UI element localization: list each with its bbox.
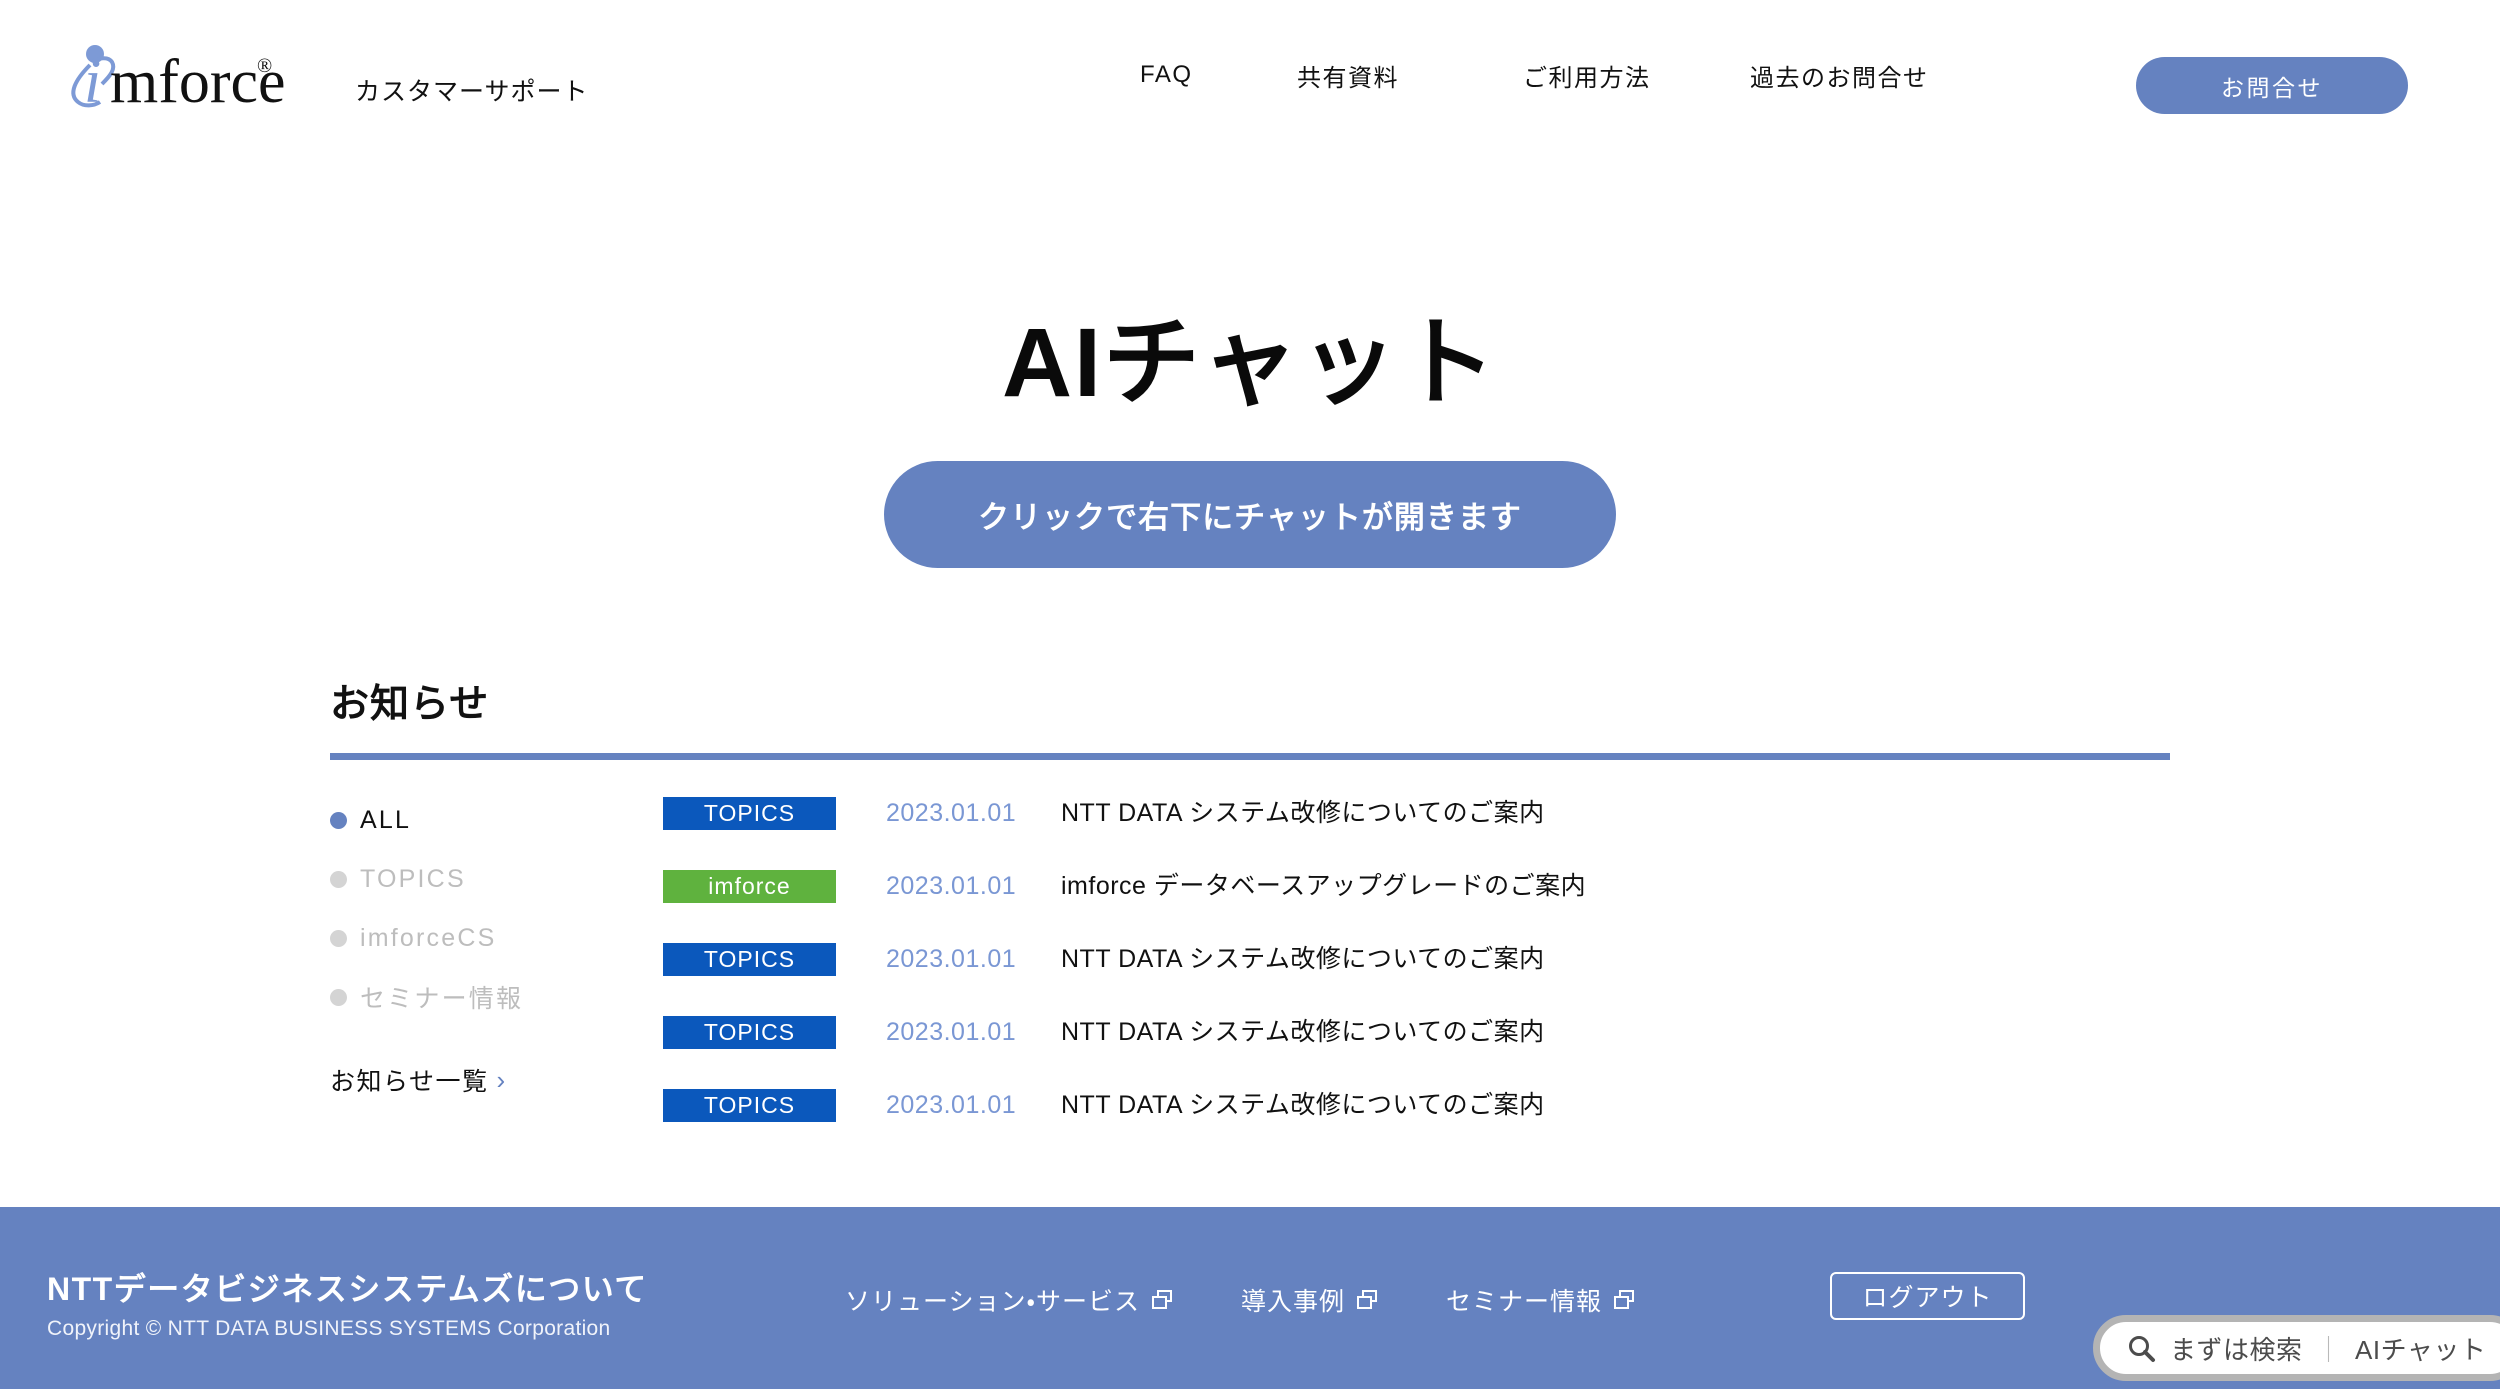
open-chat-button[interactable]: クリックで右下にチャットが開きます [884, 461, 1616, 568]
external-link-icon [1152, 1290, 1173, 1309]
status-badge: TOPICS [663, 1016, 836, 1049]
chevron-right-icon: › [496, 1065, 507, 1095]
news-list-item[interactable]: TOPICS 2023.01.01 NTT DATA システム改修についてのご案… [663, 941, 2183, 1014]
search-icon [2129, 1336, 2155, 1362]
bullet-icon [330, 870, 347, 888]
news-title: NTT DATA システム改修についてのご案内 [1061, 799, 1545, 827]
news-list-item[interactable]: TOPICS 2023.01.01 NTT DATA システム改修についてのご案… [663, 1014, 2183, 1087]
svg-text:®: ® [257, 55, 272, 77]
status-badge: TOPICS [663, 1089, 836, 1122]
status-badge: TOPICS [663, 943, 836, 976]
bullet-icon [330, 811, 347, 829]
status-badge: imforce [663, 870, 836, 903]
news-title: imforce データベースアップグレードのご案内 [1061, 872, 1587, 900]
news-category-filters: ALL TOPICS imforceCS セミナー情報 [330, 800, 630, 1036]
filter-label: ALL [360, 805, 412, 834]
footer-links: ソリューション・サービス 導入事例 セミナー情報 [845, 1282, 1635, 1318]
external-link-icon [1614, 1290, 1635, 1309]
nav-item-faq[interactable]: FAQ [1140, 61, 1193, 89]
news-list-link[interactable]: お知らせ一覧 › [330, 1062, 507, 1098]
news-date: 2023.01.01 [886, 1018, 1017, 1046]
bullet-icon [330, 929, 347, 947]
news-heading: お知らせ [330, 683, 490, 726]
bullet-icon [330, 988, 347, 1006]
footer-link-case-studies[interactable]: 導入事例 [1241, 1282, 1378, 1318]
news-list-link-label: お知らせ一覧 [330, 1068, 489, 1096]
filter-label: セミナー情報 [360, 985, 524, 1013]
news-date: 2023.01.01 [886, 1091, 1017, 1119]
nav-item-past-inquiries[interactable]: 過去のお問合せ [1750, 58, 1929, 93]
footer-link-label: セミナー情報 [1446, 1288, 1603, 1316]
news-date: 2023.01.01 [886, 945, 1017, 973]
filter-label: imforceCS [360, 923, 497, 952]
news-date: 2023.01.01 [886, 872, 1017, 900]
news-divider [330, 753, 2170, 760]
search-fab-secondary-label: AIチャット [2355, 1334, 2487, 1365]
footer-link-label: ソリューション・サービス [845, 1288, 1141, 1316]
logout-button[interactable]: ログアウト [1830, 1272, 2025, 1320]
news-list-item[interactable]: TOPICS 2023.01.01 NTT DATA システム改修についてのご案… [663, 1087, 2183, 1160]
filter-label: TOPICS [360, 864, 466, 893]
page-title: AIチャット [1001, 308, 1499, 417]
footer-link-seminars[interactable]: セミナー情報 [1446, 1282, 1635, 1318]
search-chat-fab[interactable]: まずは検索 ｜ AIチャット [2093, 1315, 2500, 1381]
news-list: TOPICS 2023.01.01 NTT DATA システム改修についてのご案… [663, 795, 2183, 1160]
filter-item-seminar[interactable]: セミナー情報 [330, 977, 630, 1017]
status-badge: TOPICS [663, 797, 836, 830]
news-date: 2023.01.01 [886, 799, 1017, 827]
news-title: NTT DATA システム改修についてのご案内 [1061, 945, 1545, 973]
news-title: NTT DATA システム改修についてのご案内 [1061, 1018, 1545, 1046]
news-list-item[interactable]: TOPICS 2023.01.01 NTT DATA システム改修についてのご案… [663, 795, 2183, 868]
footer-copyright: Copyright © NTT DATA BUSINESS SYSTEMS Co… [47, 1317, 611, 1340]
search-fab-separator: ｜ [2315, 1334, 2343, 1365]
footer-link-label: 導入事例 [1241, 1288, 1346, 1316]
filter-item-all[interactable]: ALL [330, 800, 630, 840]
filter-item-topics[interactable]: TOPICS [330, 859, 630, 899]
news-title: NTT DATA システム改修についてのご案内 [1061, 1091, 1545, 1119]
svg-text:i: i [84, 48, 101, 110]
header-subtitle: カスタマーサポート [355, 78, 589, 106]
footer-brand-link[interactable]: NTTデータビジネスシステムズについて [47, 1264, 648, 1310]
news-list-item[interactable]: imforce 2023.01.01 imforce データベースアップグレード… [663, 868, 2183, 941]
logo-mark-icon: i mforce ® [71, 45, 286, 110]
site-header: i mforce ® カスタマーサポート FAQ 共有資料 ご利用方法 過去のお… [0, 0, 2500, 148]
contact-button[interactable]: お問合せ [2136, 57, 2408, 114]
imforce-logo[interactable]: i mforce ® [62, 32, 312, 110]
search-fab-label: まずは検索 ｜ AIチャット [2170, 1330, 2486, 1367]
external-link-icon [1357, 1290, 1378, 1309]
footer-link-solutions[interactable]: ソリューション・サービス [845, 1282, 1173, 1318]
filter-item-imforcecs[interactable]: imforceCS [330, 918, 630, 958]
nav-item-how-to-use[interactable]: ご利用方法 [1523, 58, 1651, 93]
nav-item-shared-materials[interactable]: 共有資料 [1297, 58, 1399, 93]
search-fab-primary-label: まずは検索 [2170, 1334, 2303, 1365]
